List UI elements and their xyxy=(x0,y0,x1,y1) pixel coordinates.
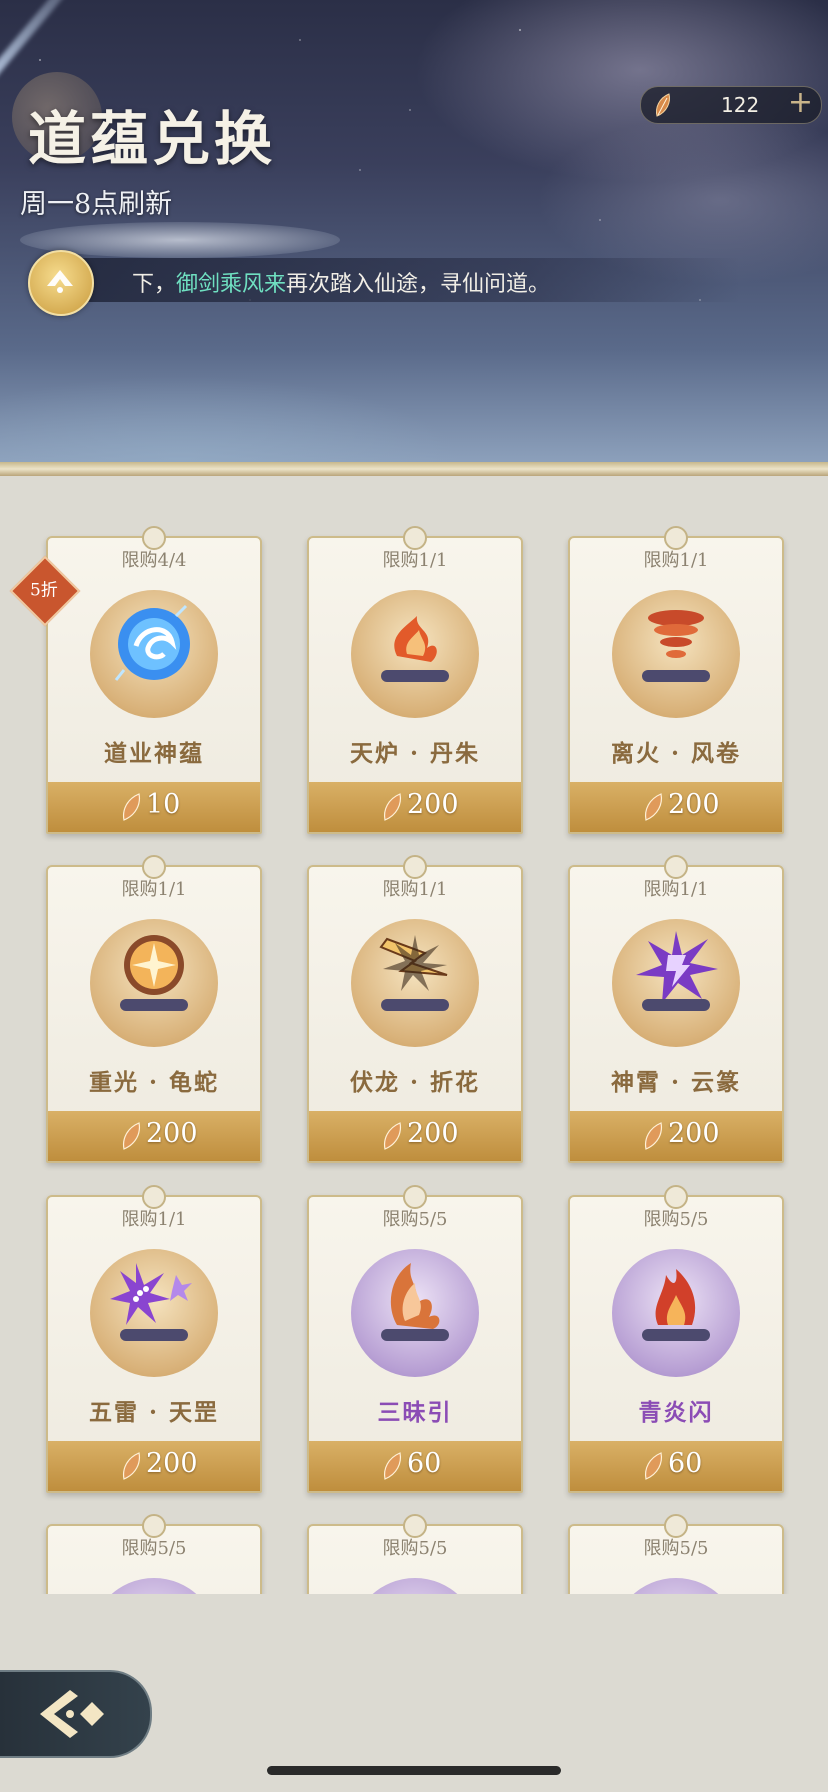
feather-token-icon xyxy=(644,1122,663,1150)
flame-claw-scroll-icon xyxy=(381,1263,449,1341)
back-arrow-icon xyxy=(40,1690,104,1738)
purchase-limit: 限购5/5 xyxy=(382,1538,448,1559)
item-name: 天炉 · 丹朱 xyxy=(349,740,481,767)
feather-token-icon xyxy=(383,1452,402,1480)
shop-item-card[interactable]: 限购1/1 神霄 · 云篆 200 xyxy=(568,855,784,1163)
shop-item-card[interactable]: 限购5/5 xyxy=(307,1514,523,1594)
purchase-limit: 限购1/1 xyxy=(382,550,448,571)
add-currency-button[interactable]: + xyxy=(788,85,813,120)
shop-item-card[interactable]: 限购1/1 伏龙 · 折花 200 xyxy=(307,855,523,1163)
item-price: 200 xyxy=(407,1118,459,1149)
item-icon-background xyxy=(90,1578,218,1594)
purchase-limit: 限购1/1 xyxy=(643,879,709,900)
purchase-limit: 限购1/1 xyxy=(121,879,187,900)
item-price: 200 xyxy=(668,789,720,820)
item-name: 道业神蕴 xyxy=(104,740,204,767)
five-thunder-scroll-icon xyxy=(110,1263,192,1341)
item-price: 10 xyxy=(146,789,181,820)
purchase-limit: 限购1/1 xyxy=(643,550,709,571)
purchase-limit: 限购1/1 xyxy=(121,1209,187,1230)
price-bar: 200 xyxy=(309,1111,521,1161)
item-name: 三昧引 xyxy=(377,1399,453,1426)
shop-item-card[interactable]: 限购5/5 三昧引 60 xyxy=(307,1185,523,1493)
item-price: 200 xyxy=(668,1118,720,1149)
item-name: 神霄 · 云篆 xyxy=(610,1069,742,1096)
light-burst-scroll-icon xyxy=(120,935,188,1011)
item-price: 200 xyxy=(146,1118,198,1149)
price-bar: 60 xyxy=(570,1441,782,1491)
purple-thunder-scroll-icon xyxy=(636,931,718,1011)
purchase-limit: 限购5/5 xyxy=(643,1538,709,1559)
page-title: 道蕴兑换 xyxy=(28,105,277,173)
shop-item-card[interactable]: 限购5/5 xyxy=(46,1514,262,1594)
purchase-limit: 限购1/1 xyxy=(382,879,448,900)
price-bar: 60 xyxy=(309,1441,521,1491)
purchase-limit: 限购5/5 xyxy=(382,1209,448,1230)
header-banner: 道蕴兑换 周一8点刷新 122 + 下，御剑乘风来再次踏入仙途，寻仙问道。 xyxy=(0,0,828,466)
price-bar: 200 xyxy=(48,1441,260,1491)
feather-token-icon xyxy=(644,1452,663,1480)
notice-text-after: 再次踏入仙途，寻仙问道。 xyxy=(286,272,551,297)
shop-item-grid: 限购4/4 道业神蕴 10 限购1/1 天炉 · 丹朱 200 限购1/1 离火… xyxy=(0,476,828,1594)
feather-token-icon xyxy=(644,793,663,821)
feather-token-icon xyxy=(383,793,402,821)
shop-item-card[interactable]: 限购1/1 天炉 · 丹朱 200 xyxy=(307,526,523,834)
tornado-scroll-icon xyxy=(642,610,710,682)
item-name: 五雷 · 天罡 xyxy=(88,1399,220,1426)
shop-item-card[interactable]: 限购1/1 五雷 · 天罡 200 xyxy=(46,1185,262,1493)
header-divider xyxy=(0,462,828,476)
item-price: 60 xyxy=(407,1448,442,1479)
item-name: 伏龙 · 折花 xyxy=(349,1069,481,1096)
feather-token-icon xyxy=(122,1452,141,1480)
price-bar: 200 xyxy=(309,782,521,832)
refresh-info: 周一8点刷新 xyxy=(20,189,173,220)
purchase-limit: 限购5/5 xyxy=(121,1538,187,1559)
notice-text: 下，御剑乘风来再次踏入仙途，寻仙问道。 xyxy=(132,266,550,298)
flame-scroll-icon xyxy=(642,1269,710,1341)
shop-item-card[interactable]: 限购4/4 道业神蕴 10 xyxy=(46,526,262,834)
notice-emblem-icon xyxy=(28,250,94,316)
home-indicator xyxy=(267,1766,561,1775)
lightning-scroll-icon xyxy=(379,935,449,1011)
shop-item-card[interactable]: 限购5/5 xyxy=(568,1514,784,1594)
notice-highlight: 御剑乘风来 xyxy=(176,272,287,297)
price-bar: 10 xyxy=(48,782,260,832)
price-bar: 200 xyxy=(570,1111,782,1161)
item-name: 离火 · 风卷 xyxy=(610,740,742,767)
item-icon-background xyxy=(351,1578,479,1594)
currency-counter: 122 + xyxy=(640,85,822,124)
feather-token-icon xyxy=(383,1122,402,1150)
item-name: 重光 · 龟蛇 xyxy=(88,1069,220,1096)
item-price: 200 xyxy=(146,1448,198,1479)
feather-token-icon xyxy=(656,93,670,117)
purchase-limit: 限购4/4 xyxy=(121,550,187,571)
currency-amount: 122 xyxy=(721,93,760,117)
item-price: 60 xyxy=(668,1448,703,1479)
price-bar: 200 xyxy=(570,782,782,832)
purchase-limit: 限购5/5 xyxy=(643,1209,709,1230)
feather-token-icon xyxy=(122,1122,141,1150)
shop-item-card[interactable]: 限购1/1 离火 · 风卷 200 xyxy=(568,526,784,834)
back-button[interactable] xyxy=(0,1670,152,1758)
discount-label: 5折 xyxy=(29,580,58,601)
notice-text-before: 下， xyxy=(132,272,177,297)
item-name: 青炎闪 xyxy=(638,1399,714,1426)
shop-item-card[interactable]: 限购5/5 青炎闪 60 xyxy=(568,1185,784,1493)
item-price: 200 xyxy=(407,789,459,820)
fire-scroll-icon xyxy=(381,616,449,682)
blue-orb-icon xyxy=(114,604,190,681)
feather-token-icon xyxy=(122,793,141,821)
shop-item-card[interactable]: 限购1/1 重光 · 龟蛇 200 xyxy=(46,855,262,1163)
price-bar: 200 xyxy=(48,1111,260,1161)
item-icon-background xyxy=(612,1578,740,1594)
